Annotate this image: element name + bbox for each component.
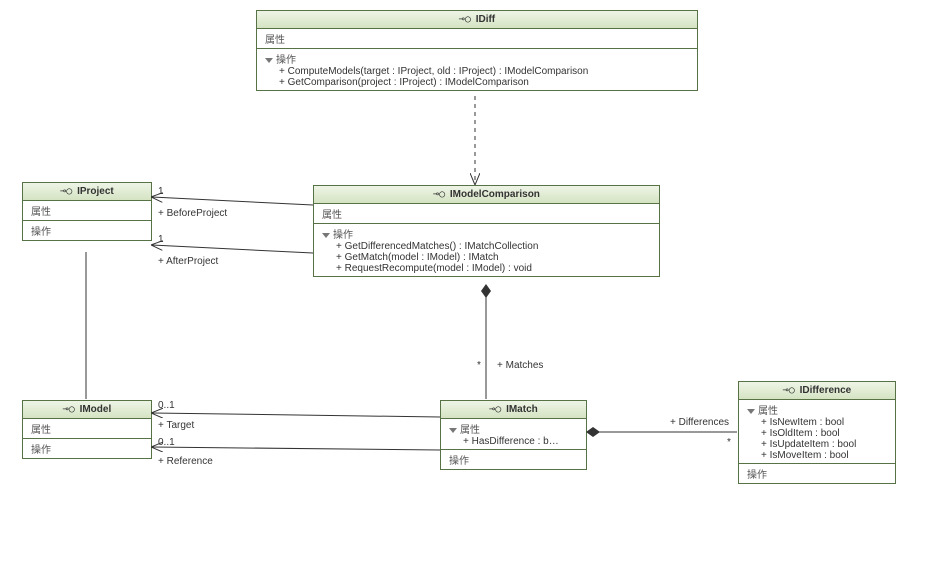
- interface-icon: ⊸○: [433, 189, 445, 200]
- role-matches: + Matches: [497, 360, 543, 371]
- class-name: IMatch: [506, 404, 538, 415]
- attr-section: 属性: [23, 201, 151, 221]
- class-imatch[interactable]: ⊸○ IMatch 属性 + HasDifference : b… 操作: [440, 400, 587, 470]
- operation: + GetMatch(model : IModel) : IMatch: [322, 252, 651, 263]
- op-section-header: 操作: [265, 55, 296, 66]
- class-name: IDiff: [476, 14, 495, 25]
- operation: + RequestRecompute(model : IModel) : voi…: [322, 263, 651, 274]
- op-section-header: 操作: [322, 230, 353, 241]
- operation: + GetDifferencedMatches() : IMatchCollec…: [322, 241, 651, 252]
- class-header: ⊸○ IProject: [23, 183, 151, 201]
- interface-icon: ⊸○: [459, 14, 471, 25]
- attr-section: 属性 + IsNewItem : bool + IsOldItem : bool…: [739, 400, 895, 464]
- attr-section: 属性 + HasDifference : b…: [441, 419, 586, 450]
- class-name: IModelComparison: [450, 189, 540, 200]
- class-imodel[interactable]: ⊸○ IModel 属性 操作: [22, 400, 152, 459]
- class-header: ⊸○ IDifference: [739, 382, 895, 400]
- attr-section-header: 属性: [747, 406, 778, 417]
- mult-ref: 0..1: [158, 437, 175, 448]
- class-iproject[interactable]: ⊸○ IProject 属性 操作: [22, 182, 152, 241]
- op-section: 操作: [23, 221, 151, 240]
- expand-icon: [265, 58, 273, 63]
- attribute: + IsNewItem : bool: [747, 417, 887, 428]
- class-name: IDifference: [800, 385, 852, 396]
- attribute: + HasDifference : b…: [449, 436, 578, 447]
- class-header: ⊸○ IDiff: [257, 11, 697, 29]
- class-name: IProject: [77, 186, 114, 197]
- operation: + ComputeModels(target : IProject, old :…: [265, 66, 689, 77]
- expand-icon: [449, 428, 457, 433]
- interface-icon: ⊸○: [63, 404, 75, 415]
- mult-matches: *: [477, 360, 481, 371]
- class-idifference[interactable]: ⊸○ IDifference 属性 + IsNewItem : bool + I…: [738, 381, 896, 484]
- attr-section-header: 属性: [449, 425, 480, 436]
- mult-diff: *: [727, 437, 731, 448]
- interface-icon: ⊸○: [60, 186, 72, 197]
- class-imodelcomparison[interactable]: ⊸○ IModelComparison 属性 操作 + GetDifferenc…: [313, 185, 660, 277]
- attribute: + IsUpdateItem : bool: [747, 439, 887, 450]
- role-target: + Target: [158, 420, 194, 431]
- mult-after: 1: [158, 234, 164, 245]
- mult-target: 0..1: [158, 400, 175, 411]
- interface-icon: ⊸○: [489, 404, 501, 415]
- attr-section: 属性: [23, 419, 151, 439]
- op-section: 操作: [441, 450, 586, 469]
- op-section: 操作 + GetDifferencedMatches() : IMatchCol…: [314, 224, 659, 276]
- class-header: ⊸○ IModelComparison: [314, 186, 659, 204]
- op-section: 操作 + ComputeModels(target : IProject, ol…: [257, 49, 697, 90]
- op-section: 操作: [23, 439, 151, 458]
- expand-icon: [322, 233, 330, 238]
- role-after: + AfterProject: [158, 256, 218, 267]
- op-section: 操作: [739, 464, 895, 483]
- class-idiff[interactable]: ⊸○ IDiff 属性 操作 + ComputeModels(target : …: [256, 10, 698, 91]
- operation: + GetComparison(project : IProject) : IM…: [265, 77, 689, 88]
- attr-section: 属性: [314, 204, 659, 224]
- attr-section: 属性: [257, 29, 697, 49]
- role-before: + BeforeProject: [158, 208, 227, 219]
- role-diff: + Differences: [670, 417, 729, 428]
- mult-before: 1: [158, 186, 164, 197]
- class-header: ⊸○ IMatch: [441, 401, 586, 419]
- role-ref: + Reference: [158, 456, 213, 467]
- class-header: ⊸○ IModel: [23, 401, 151, 419]
- attribute: + IsMoveItem : bool: [747, 450, 887, 461]
- attribute: + IsOldItem : bool: [747, 428, 887, 439]
- interface-icon: ⊸○: [783, 385, 795, 396]
- class-name: IModel: [80, 404, 112, 415]
- expand-icon: [747, 409, 755, 414]
